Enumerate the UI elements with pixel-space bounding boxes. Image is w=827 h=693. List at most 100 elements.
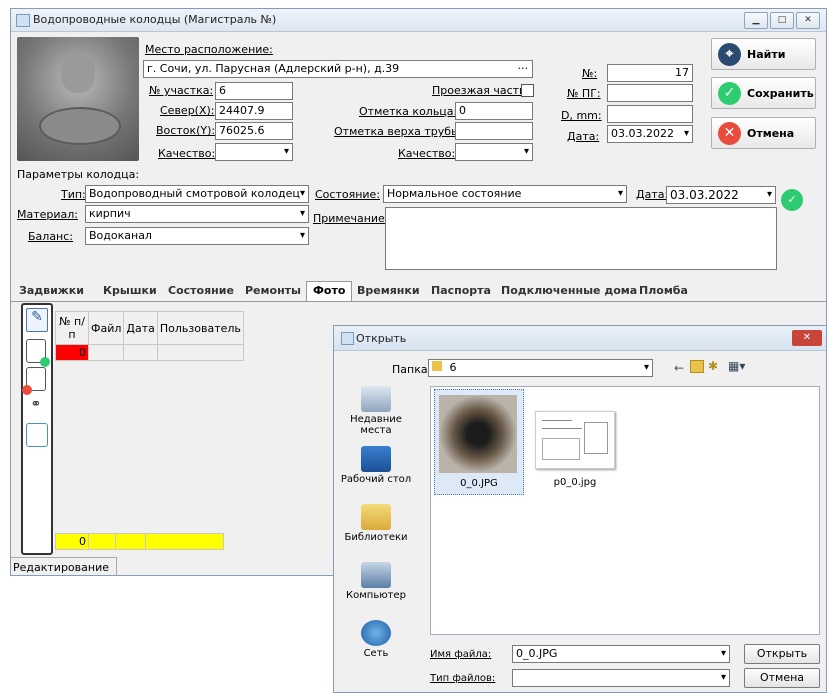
- add-file-icon[interactable]: [26, 339, 50, 367]
- pipe-top-field[interactable]: [455, 122, 533, 140]
- location-browse-button[interactable]: ...: [518, 61, 529, 74]
- back-arrow-icon[interactable]: ←: [674, 361, 684, 375]
- envelope-icon[interactable]: [26, 423, 48, 447]
- maximize-button[interactable]: □: [770, 12, 794, 29]
- find-button[interactable]: ⌖ Найти: [711, 38, 816, 70]
- new-folder-icon[interactable]: ✱: [708, 359, 718, 373]
- col-date-header: Дата: [123, 311, 158, 345]
- map-pin-icon: ⌖: [718, 43, 741, 66]
- quality-select[interactable]: [215, 143, 293, 161]
- date-picker[interactable]: 03.03.2022: [607, 125, 693, 143]
- row-date-cell[interactable]: [123, 344, 158, 361]
- row-file-cell[interactable]: [87, 344, 125, 361]
- drawing-thumbnail: [535, 411, 615, 469]
- place-recent[interactable]: Недавние места: [336, 386, 416, 436]
- params-heading: Параметры колодца:: [17, 168, 140, 181]
- up-folder-icon[interactable]: [690, 360, 704, 373]
- dialog-title-bar: Открыть ✕: [334, 326, 826, 351]
- link-icon[interactable]: ⚭: [27, 397, 45, 415]
- table-row[interactable]: 0: [55, 344, 244, 361]
- tab-bar: Задвижки Крышки Состояние Ремонты Фото В…: [11, 279, 826, 302]
- drawing-box: [584, 422, 608, 454]
- type-label: Тип:: [61, 188, 86, 201]
- tab-temporary[interactable]: Времянки: [357, 284, 420, 297]
- place-computer[interactable]: Компьютер: [336, 562, 416, 601]
- east-field[interactable]: 76025.6: [215, 122, 293, 140]
- col-user-header: Пользователь: [156, 311, 244, 345]
- tab-state[interactable]: Состояние: [168, 284, 234, 297]
- dialog-icon: [341, 332, 354, 345]
- title-bar: Водопроводные колодцы (Магистраль №) ▁ □…: [11, 9, 826, 32]
- quality2-select[interactable]: [455, 143, 533, 161]
- place-desktop[interactable]: Рабочий стол: [336, 446, 416, 485]
- view-menu-icon[interactable]: ▦▾: [728, 359, 745, 373]
- filetype-select[interactable]: [512, 669, 730, 687]
- material-select[interactable]: кирпич: [85, 205, 309, 223]
- note-label: Примечание:: [313, 212, 389, 225]
- location-field[interactable]: г. Сочи, ул. Парусная (Адлерский р-н), д…: [143, 60, 533, 78]
- save-label: Сохранить: [747, 87, 814, 100]
- confirm-check-icon[interactable]: ✓: [781, 189, 803, 211]
- cancel-label: Отмена: [747, 127, 795, 140]
- manhole-shape: [39, 107, 121, 145]
- status-bar: Редактирование: [11, 557, 117, 576]
- file-name: 0_0.JPG: [460, 478, 498, 489]
- note-textarea[interactable]: [385, 207, 777, 270]
- file-list: 0_0.JPG p0_0.jpg: [430, 386, 820, 635]
- folder-value: 6: [449, 361, 457, 374]
- passage-label: Проезжая часть: [432, 84, 526, 97]
- place-libraries[interactable]: Библиотеки: [336, 504, 416, 543]
- open-button[interactable]: Открыть: [744, 644, 820, 664]
- place-network[interactable]: Сеть: [336, 620, 416, 659]
- tab-passports[interactable]: Паспорта: [431, 284, 491, 297]
- pg-field[interactable]: [607, 84, 693, 102]
- pencil-icon[interactable]: ✎: [26, 308, 48, 332]
- filetype-label: Тип файлов:: [430, 673, 496, 684]
- photo-table-footer: 0: [55, 533, 224, 550]
- add-badge-icon: [40, 357, 50, 367]
- tab-connected-houses[interactable]: Подключенные дома: [501, 284, 637, 297]
- folder-label: Папка:: [392, 363, 432, 376]
- close-icon: ✕: [718, 122, 741, 145]
- dialog-close-button[interactable]: ✕: [792, 330, 822, 346]
- remove-file-icon[interactable]: [22, 367, 46, 395]
- state-label: Состояние:: [315, 188, 381, 201]
- window-title: Водопроводные колодцы (Магистраль №): [33, 13, 277, 26]
- passage-checkbox[interactable]: [521, 84, 534, 97]
- cancel-button[interactable]: ✕ Отмена: [711, 117, 816, 149]
- filename-field[interactable]: 0_0.JPG: [512, 645, 730, 663]
- d-label: D, mm:: [561, 109, 602, 122]
- row-number-cell[interactable]: 0: [55, 344, 89, 361]
- place-label: Компьютер: [346, 590, 406, 601]
- tab-photo[interactable]: Фото: [306, 281, 353, 301]
- dialog-cancel-button[interactable]: Отмена: [744, 668, 820, 688]
- north-field[interactable]: 24407.9: [215, 102, 293, 120]
- ring-mark-field[interactable]: 0: [455, 102, 533, 120]
- row-user-cell[interactable]: [156, 344, 244, 361]
- status-text: Редактирование: [13, 561, 109, 574]
- number-field[interactable]: 17: [607, 64, 693, 82]
- tab-covers[interactable]: Крышки: [103, 284, 157, 297]
- d-field[interactable]: [607, 105, 693, 123]
- save-button[interactable]: ✓ Сохранить: [711, 77, 816, 109]
- close-button[interactable]: ✕: [796, 12, 820, 29]
- file-item-selected[interactable]: 0_0.JPG: [434, 389, 524, 495]
- footer-count-cell: 0: [55, 533, 89, 550]
- tab-seal[interactable]: Пломба: [639, 284, 688, 297]
- tab-repairs[interactable]: Ремонты: [245, 284, 301, 297]
- minimize-button[interactable]: ▁: [744, 12, 768, 29]
- file-item[interactable]: p0_0.jpg: [531, 389, 619, 493]
- balance-select[interactable]: Водоканал: [85, 227, 309, 245]
- east-label: Восток(Y):: [156, 124, 216, 137]
- ring-mark-label: Отметка кольца:: [359, 105, 458, 118]
- quality2-label: Качество:: [398, 147, 456, 160]
- folder-select[interactable]: 6: [428, 359, 653, 377]
- place-label: Сеть: [363, 648, 389, 659]
- section-field[interactable]: 6: [215, 82, 293, 100]
- tab-valves[interactable]: Задвижки: [19, 284, 84, 297]
- type-select[interactable]: Водопроводный смотровой колодец: [85, 185, 309, 203]
- col-file-header: Файл: [87, 311, 125, 345]
- drawing-line: [542, 428, 582, 429]
- state-select[interactable]: Нормальное состояние: [383, 185, 627, 203]
- state-date-picker[interactable]: 03.03.2022: [666, 186, 776, 204]
